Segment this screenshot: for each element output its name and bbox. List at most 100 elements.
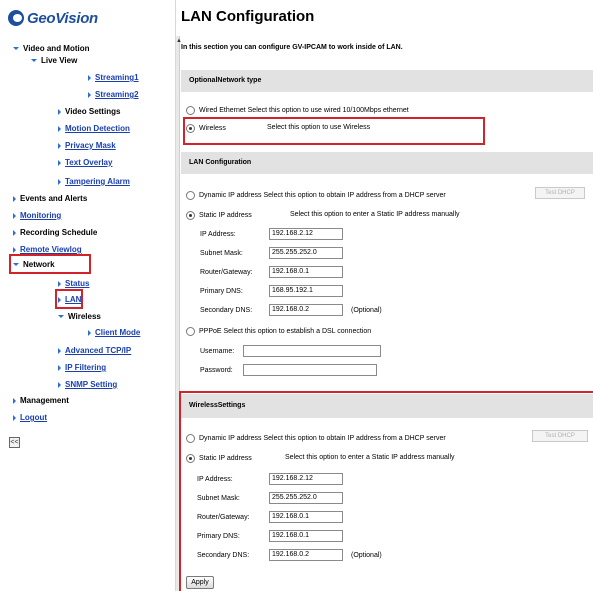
collapse-sidebar-button[interactable]: <<	[9, 437, 20, 448]
sidebar-item-events-and-alerts[interactable]: Events and Alerts	[13, 194, 87, 203]
wireless-dynamic-ip-option[interactable]: Dynamic IP address Select this option to…	[186, 434, 446, 443]
wireless-gateway-field[interactable]: 192.168.0.1	[269, 511, 343, 523]
wireless-static-ip-option[interactable]: Static IP address	[186, 454, 252, 463]
apply-button[interactable]: Apply	[186, 576, 214, 589]
wireless-primary-dns-field[interactable]: 192.168.0.1	[269, 530, 343, 542]
sidebar-item-status[interactable]: Status	[58, 279, 89, 288]
wireless-ip-address-label: IP Address:	[197, 476, 233, 483]
lan-secondary-dns-field[interactable]: 192.168.0.2	[269, 304, 343, 316]
wireless-test-dhcp-button[interactable]: Test DHCP	[532, 430, 588, 442]
lan-static-ip-description: Select this option to enter a Static IP …	[290, 211, 460, 218]
sidebar-item-label: Live View	[41, 56, 78, 65]
lan-subnet-mask-label: Subnet Mask:	[200, 250, 243, 257]
sidebar-item-label: Streaming1	[95, 73, 139, 82]
sidebar-item-video-settings[interactable]: Video Settings	[58, 107, 120, 116]
sidebar-item-label: Client Mode	[95, 328, 141, 337]
pppoe-option[interactable]: PPPoE Select this option to establish a …	[186, 327, 371, 336]
sidebar-item-wireless[interactable]: Wireless	[58, 312, 101, 321]
sidebar-item-streaming1[interactable]: Streaming1	[88, 73, 139, 82]
sidebar-item-label: Streaming2	[95, 90, 139, 99]
wireless-dynamic-ip-label: Dynamic IP address Select this option to…	[199, 435, 446, 442]
lan-ip-address-label: IP Address:	[200, 231, 236, 238]
chevron-right-icon	[58, 108, 61, 115]
chevron-right-icon	[88, 74, 91, 81]
section-header-wireless-settings: WirelessSettings	[181, 394, 593, 418]
sidebar-item-label: Advanced TCP/IP	[65, 346, 132, 355]
wireless-radio[interactable]	[186, 124, 195, 133]
wireless-description: Select this option to use Wireless	[267, 124, 370, 131]
sidebar-item-label: Status	[65, 279, 90, 288]
lan-gateway-field[interactable]: 192.168.0.1	[269, 266, 343, 278]
chevron-right-icon	[13, 195, 16, 202]
chevron-right-icon	[13, 229, 16, 236]
sidebar-item-label: Management	[20, 396, 69, 405]
sidebar-item-label: Recording Schedule	[20, 228, 98, 237]
sidebar-item-label: Video Settings	[65, 107, 121, 116]
wired-ethernet-option[interactable]: Wired Ethernet Select this option to use…	[186, 106, 409, 115]
sidebar-item-label: Logout	[20, 413, 48, 422]
lan-subnet-mask-field[interactable]: 255.255.252.0	[269, 247, 343, 259]
chevron-right-icon	[13, 414, 16, 421]
wireless-secondary-dns-field[interactable]: 192.168.0.2	[269, 549, 343, 561]
wireless-static-ip-radio[interactable]	[186, 454, 195, 463]
pppoe-label: PPPoE Select this option to establish a …	[199, 328, 372, 335]
wireless-secondary-dns-label: Secondary DNS:	[197, 552, 250, 559]
wired-ethernet-radio[interactable]	[186, 106, 195, 115]
sidebar-item-tampering-alarm[interactable]: Tampering Alarm	[58, 177, 130, 186]
chevron-right-icon	[58, 125, 61, 132]
section-header-lan-configuration: LAN Configuration	[181, 152, 593, 174]
lan-test-dhcp-button[interactable]: Test DHCP	[535, 187, 585, 199]
sidebar-item-ip-filtering[interactable]: IP Filtering	[58, 363, 106, 372]
chevron-right-icon	[58, 364, 61, 371]
sidebar-item-label: Video and Motion	[23, 44, 90, 53]
sidebar-item-label: Privacy Mask	[65, 141, 116, 150]
lan-dynamic-ip-option[interactable]: Dynamic IP address Select this option to…	[186, 191, 446, 200]
lan-dynamic-ip-radio[interactable]	[186, 191, 195, 200]
password-field[interactable]	[243, 364, 377, 376]
wired-ethernet-label: Wired Ethernet Select this option to use…	[199, 107, 409, 114]
username-label: Username:	[200, 348, 235, 355]
sidebar-item-advanced-tcpip[interactable]: Advanced TCP/IP	[58, 346, 131, 355]
lan-primary-dns-field[interactable]: 168.95.192.1	[269, 285, 343, 297]
sidebar-item-video-and-motion[interactable]: Video and Motion	[13, 44, 90, 53]
sidebar-item-privacy-mask[interactable]: Privacy Mask	[58, 141, 116, 150]
sidebar-item-motion-detection[interactable]: Motion Detection	[58, 124, 130, 133]
sidebar-item-management[interactable]: Management	[13, 396, 69, 405]
lan-ip-address-field[interactable]: 192.168.2.12	[269, 228, 343, 240]
sidebar-item-network[interactable]: Network	[13, 260, 55, 269]
wireless-static-ip-label: Static IP address	[199, 455, 252, 462]
sidebar-item-lan[interactable]: LAN	[58, 295, 81, 304]
sidebar-item-label: Motion Detection	[65, 124, 130, 133]
sidebar-item-label: IP Filtering	[65, 363, 107, 372]
wireless-label: Wireless	[199, 125, 226, 132]
wireless-desc-text: Select this option to use Wireless	[267, 124, 371, 131]
username-field[interactable]	[243, 345, 381, 357]
chevron-right-icon	[88, 329, 91, 336]
wireless-static-ip-description: Select this option to enter a Static IP …	[285, 454, 455, 461]
brand-name: GeoVision	[27, 9, 98, 27]
sidebar-item-snmp-setting[interactable]: SNMP Setting	[58, 380, 117, 389]
sidebar-item-text-overlay[interactable]: Text Overlay	[58, 158, 112, 167]
wireless-option[interactable]: Wireless	[186, 124, 226, 133]
sidebar-item-label: LAN	[65, 295, 82, 304]
chevron-down-icon	[58, 315, 64, 318]
sidebar-item-label: SNMP Setting	[65, 380, 118, 389]
sidebar-item-remote-viewlog[interactable]: Remote Viewlog	[13, 245, 82, 254]
lan-static-ip-option[interactable]: Static IP address	[186, 211, 252, 220]
sidebar-item-monitoring[interactable]: Monitoring	[13, 211, 61, 220]
lan-static-ip-radio[interactable]	[186, 211, 195, 220]
sidebar-item-label: Wireless	[68, 312, 101, 321]
sidebar-item-live-view[interactable]: Live View	[31, 56, 77, 65]
wireless-subnet-mask-field[interactable]: 255.255.252.0	[269, 492, 343, 504]
sidebar-item-client-mode[interactable]: Client Mode	[88, 328, 140, 337]
wireless-ip-address-field[interactable]: 192.168.2.12	[269, 473, 343, 485]
sidebar-item-streaming2[interactable]: Streaming2	[88, 90, 139, 99]
lan-gateway-label: Router/Gateway:	[200, 269, 253, 276]
geovision-logo-icon	[8, 10, 24, 26]
sidebar-item-recording-schedule[interactable]: Recording Schedule	[13, 228, 97, 237]
wireless-dynamic-ip-radio[interactable]	[186, 434, 195, 443]
sidebar-item-logout[interactable]: Logout	[13, 413, 47, 422]
chevron-down-icon	[13, 47, 19, 50]
pppoe-radio[interactable]	[186, 327, 195, 336]
chevron-right-icon	[58, 381, 61, 388]
